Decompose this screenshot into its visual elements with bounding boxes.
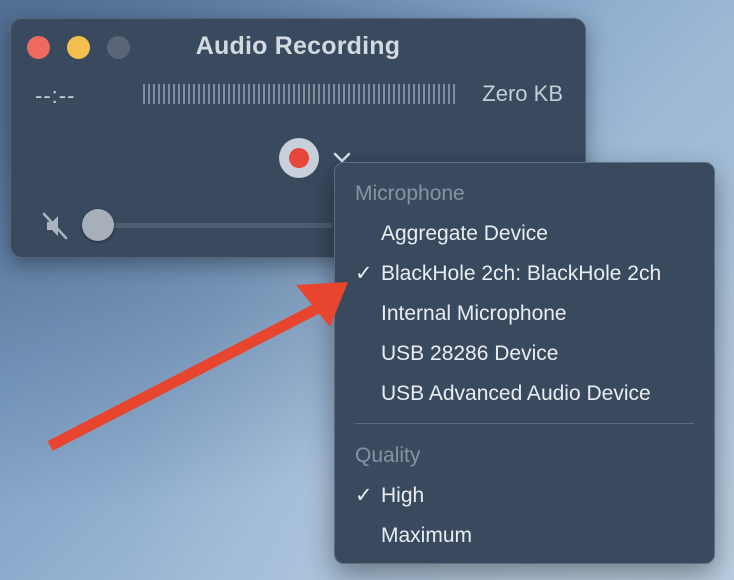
menu-item-label: Aggregate Device [381, 222, 548, 245]
menu-item-label: Internal Microphone [381, 302, 567, 325]
menu-item-label: USB 28286 Device [381, 342, 559, 365]
menu-separator [355, 423, 694, 424]
audio-level-meter [143, 84, 455, 104]
menu-item-label: High [381, 484, 425, 507]
check-icon: ✓ [355, 262, 373, 285]
file-size: Zero KB [482, 81, 563, 106]
menu-item-label: USB Advanced Audio Device [381, 382, 651, 405]
record-icon [289, 148, 309, 168]
menu-item-label: Maximum [381, 524, 473, 547]
volume-slider-knob[interactable] [82, 209, 114, 241]
window-title: Audio Recording [195, 32, 401, 60]
check-icon: ✓ [355, 484, 373, 507]
speaker-mute-icon [42, 212, 68, 240]
record-button[interactable] [279, 138, 319, 178]
menu-item-usb-28286-device[interactable]: USB 28286 Device [335, 335, 714, 373]
menu-heading-microphone: Microphone [355, 182, 465, 205]
menu-item-usb-advanced-audio-device[interactable]: USB Advanced Audio Device [335, 375, 714, 413]
menu-item-aggregate-device[interactable]: Aggregate Device [335, 215, 714, 253]
menu-item-blackhole-2ch[interactable]: ✓ BlackHole 2ch: BlackHole 2ch [335, 255, 714, 293]
menu-item-internal-microphone[interactable]: Internal Microphone [335, 295, 714, 333]
elapsed-time: --:-- [35, 83, 76, 108]
menu-item-label: BlackHole 2ch: BlackHole 2ch [381, 262, 662, 285]
speaker-mute-button[interactable] [41, 211, 71, 241]
menu-item-quality-maximum[interactable]: Maximum [335, 517, 714, 555]
menu-heading-quality: Quality [355, 444, 421, 467]
menu-item-quality-high[interactable]: ✓ High [335, 477, 714, 515]
recording-options-menu: Microphone Aggregate Device ✓ BlackHole … [334, 162, 715, 564]
volume-slider-track[interactable] [93, 223, 333, 228]
